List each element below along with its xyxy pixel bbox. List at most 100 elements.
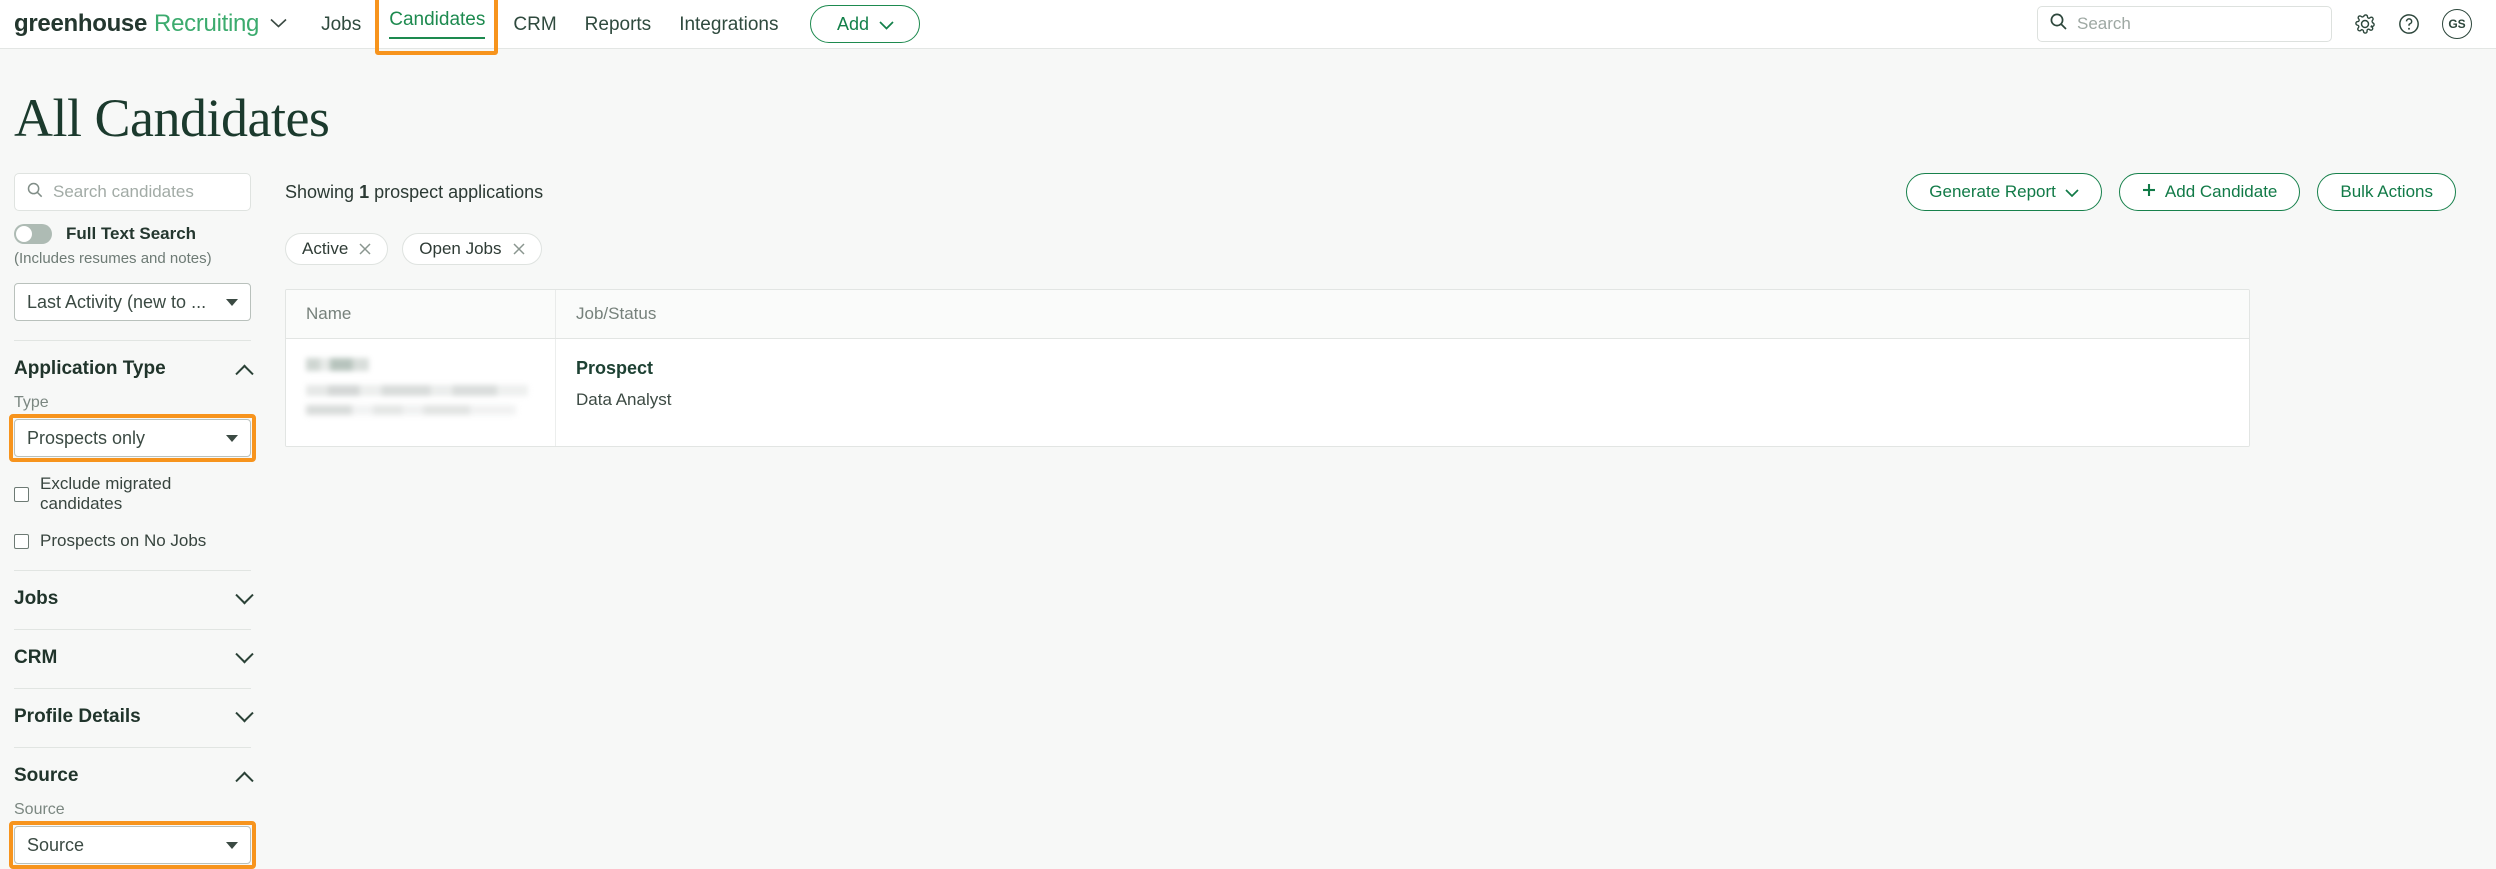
chevron-up-icon <box>235 771 254 790</box>
candidates-table: Name Job/Status Prospect Data Analyst <box>285 289 2250 447</box>
chevron-down-icon <box>226 434 238 442</box>
help-icon[interactable] <box>2398 13 2420 35</box>
active-tab-underline <box>389 36 486 39</box>
chevron-down-icon <box>226 298 238 306</box>
section-title-source: Source <box>14 765 79 786</box>
nav-item-jobs-wrap: Jobs <box>321 11 361 38</box>
nav-item-integrations[interactable]: Integrations <box>679 11 778 38</box>
redacted-candidate-name <box>306 358 369 371</box>
chevron-down-icon <box>235 644 254 663</box>
candidate-status: Prospect <box>576 358 654 378</box>
active-filter-chips: Active Open Jobs <box>285 233 2456 265</box>
section-title-application-type: Application Type <box>14 358 166 379</box>
checkbox-label-prospects-no-jobs: Prospects on No Jobs <box>40 531 207 550</box>
search-input[interactable] <box>2077 14 2319 34</box>
table-header-row: Name Job/Status <box>286 290 2249 339</box>
section-header-source[interactable]: Source <box>14 765 254 790</box>
generate-report-button[interactable]: Generate Report <box>1906 173 2102 211</box>
bulk-actions-label: Bulk Actions <box>2340 182 2433 201</box>
nav-item-candidates-wrap: Candidates <box>375 0 499 55</box>
chevron-down-icon <box>235 703 254 722</box>
gear-icon[interactable] <box>2354 13 2376 35</box>
candidate-job-title: Data Analyst <box>576 390 672 409</box>
checkbox-exclude-migrated[interactable]: Exclude migrated candidates <box>14 474 251 514</box>
close-icon[interactable] <box>513 241 525 258</box>
section-header-application-type[interactable]: Application Type <box>14 358 254 383</box>
action-buttons: Generate Report Add Candidate Bulk Actio… <box>1906 173 2456 211</box>
brand-name-secondary: Recruiting <box>154 10 260 37</box>
search-icon <box>27 182 43 203</box>
content-toolbar: Showing 1 prospect applications Generate… <box>285 173 2456 211</box>
nav-item-crm[interactable]: CRM <box>513 11 556 38</box>
page-layout: Full Text Search (Includes resumes and n… <box>0 173 2496 869</box>
section-title-crm: CRM <box>14 647 58 668</box>
nav-right-cluster: GS <box>2037 6 2472 42</box>
type-field-label: Type <box>14 394 49 411</box>
search-icon <box>2050 13 2067 35</box>
global-search[interactable] <box>2037 6 2332 42</box>
primary-nav-links: Jobs Candidates CRM Reports Integrations <box>321 0 778 55</box>
filter-chip-active[interactable]: Active <box>285 233 389 265</box>
column-header-job-status[interactable]: Job/Status <box>556 290 2249 338</box>
sort-order-select[interactable]: Last Activity (new to ... <box>14 283 251 321</box>
full-text-search-label: Full Text Search <box>66 224 197 243</box>
add-button[interactable]: Add <box>810 5 921 43</box>
brand-logo[interactable]: greenhouse Recruiting <box>14 10 287 38</box>
full-text-search-row: Full Text Search <box>14 224 251 244</box>
chevron-down-icon <box>2065 182 2079 202</box>
redacted-candidate-detail-line-2 <box>306 405 516 415</box>
nav-item-integrations-wrap: Integrations <box>679 11 778 38</box>
chevron-up-icon <box>235 364 254 383</box>
filter-section-crm: CRM <box>14 629 254 669</box>
section-header-jobs[interactable]: Jobs <box>14 585 254 610</box>
column-header-name[interactable]: Name <box>286 290 556 338</box>
table-row[interactable]: Prospect Data Analyst <box>286 339 2249 446</box>
source-select[interactable]: Source <box>14 826 251 864</box>
brand-name-primary: greenhouse <box>14 10 148 37</box>
chevron-down-icon <box>226 841 238 849</box>
plus-icon <box>2142 182 2156 202</box>
results-count-suffix: prospect applications <box>369 182 544 202</box>
section-header-profile-details[interactable]: Profile Details <box>14 703 254 728</box>
sort-order-value: Last Activity (new to ... <box>27 291 207 312</box>
cell-job-status: Prospect Data Analyst <box>556 339 2249 446</box>
type-select-wrap: Prospects only <box>9 414 256 462</box>
checkbox-prospects-no-jobs[interactable]: Prospects on No Jobs <box>14 531 251 551</box>
bulk-actions-button[interactable]: Bulk Actions <box>2317 173 2456 211</box>
checkbox-icon <box>14 533 29 549</box>
application-type-value: Prospects only <box>27 427 146 448</box>
results-count-number: 1 <box>359 182 370 202</box>
cell-candidate-name[interactable] <box>286 339 556 446</box>
application-type-select[interactable]: Prospects only <box>14 419 251 457</box>
filter-section-profile-details: Profile Details <box>14 688 254 728</box>
nav-item-jobs[interactable]: Jobs <box>321 11 361 38</box>
checkbox-label-exclude-migrated: Exclude migrated candidates <box>40 474 172 513</box>
filter-chip-open-jobs[interactable]: Open Jobs <box>402 233 542 265</box>
candidates-content: Showing 1 prospect applications Generate… <box>265 173 2496 447</box>
generate-report-label: Generate Report <box>1929 182 2056 201</box>
search-candidates-input[interactable] <box>53 182 238 202</box>
results-count: Showing 1 prospect applications <box>285 173 543 203</box>
checkbox-icon <box>14 486 29 502</box>
filter-chip-active-label: Active <box>302 239 349 258</box>
full-text-search-toggle[interactable] <box>14 224 52 244</box>
add-candidate-button[interactable]: Add Candidate <box>2118 173 2301 211</box>
filter-section-jobs: Jobs <box>14 570 254 610</box>
close-icon[interactable] <box>359 241 371 258</box>
section-header-crm[interactable]: CRM <box>14 644 254 669</box>
source-field-label: Source <box>14 801 65 818</box>
filters-sidebar: Full Text Search (Includes resumes and n… <box>0 173 265 869</box>
toggle-knob <box>16 226 32 242</box>
chevron-down-icon <box>879 14 894 35</box>
section-title-profile-details: Profile Details <box>14 706 141 727</box>
nav-item-crm-wrap: CRM <box>513 11 556 38</box>
source-select-value: Source <box>27 834 85 855</box>
filter-chip-open-jobs-label: Open Jobs <box>419 239 502 258</box>
nav-item-reports[interactable]: Reports <box>585 11 652 38</box>
nav-item-candidates[interactable]: Candidates <box>389 6 486 43</box>
redacted-candidate-detail-line-1 <box>306 385 528 396</box>
candidate-search[interactable] <box>14 173 251 211</box>
avatar[interactable]: GS <box>2442 9 2472 39</box>
filter-section-source: Source Source Source <box>9 747 256 869</box>
nav-item-candidates-label: Candidates <box>389 8 486 30</box>
